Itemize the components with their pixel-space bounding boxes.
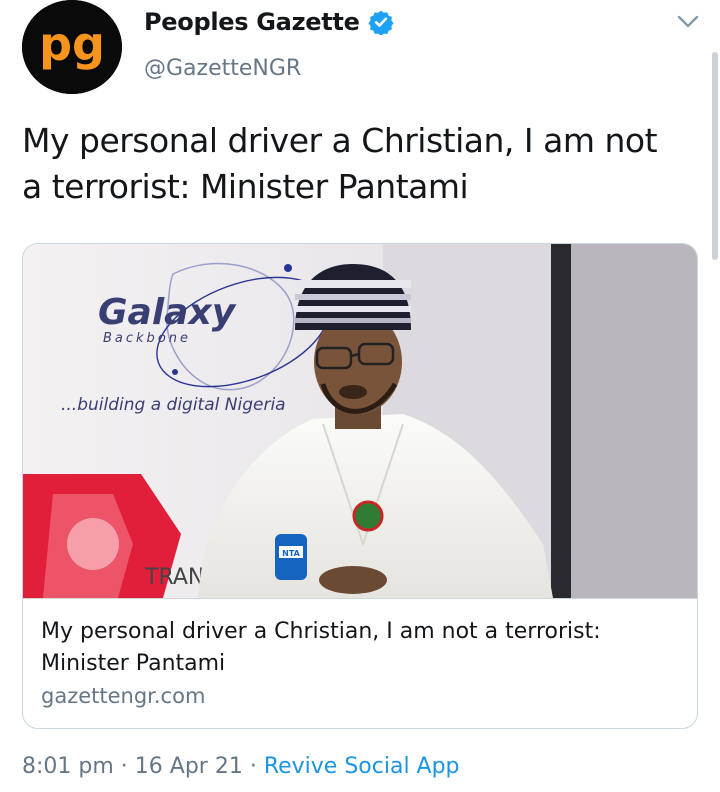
tweet-date[interactable]: 16 Apr 21 bbox=[135, 754, 243, 779]
banner-brand: Galaxy bbox=[98, 292, 237, 333]
banner-tagline: ...building a digital Nigeria bbox=[61, 395, 286, 415]
tweet-source-link[interactable]: Revive Social App bbox=[264, 754, 460, 779]
verified-badge-icon bbox=[367, 10, 394, 35]
chevron-down-icon[interactable] bbox=[676, 12, 700, 32]
link-card[interactable]: Galaxy Backbone ...building a digital Ni… bbox=[22, 243, 698, 729]
card-divider bbox=[23, 598, 697, 599]
card-title[interactable]: My personal driver a Christian, I am not… bbox=[41, 616, 681, 680]
meta-separator: · bbox=[242, 754, 264, 779]
scrollbar[interactable] bbox=[712, 52, 718, 260]
author-name-row[interactable]: Peoples Gazette bbox=[144, 8, 394, 36]
banner-sub: Backbone bbox=[103, 331, 191, 346]
card-photo: Galaxy Backbone ...building a digital Ni… bbox=[23, 244, 697, 598]
tweet-text: My personal driver a Christian, I am not… bbox=[22, 121, 658, 206]
card-image[interactable]: Galaxy Backbone ...building a digital Ni… bbox=[23, 244, 697, 598]
meta-separator: · bbox=[113, 754, 135, 779]
avatar-logo-text: pg bbox=[39, 17, 105, 71]
tweet-meta: 8:01 pm · 16 Apr 21 · Revive Social App bbox=[22, 754, 460, 779]
pg-logo-icon: pg bbox=[22, 0, 122, 94]
card-domain[interactable]: gazettengr.com bbox=[41, 684, 205, 708]
author-display-name[interactable]: Peoples Gazette bbox=[144, 8, 360, 36]
avatar[interactable]: pg bbox=[22, 0, 122, 94]
mic-label: NTA bbox=[282, 549, 301, 558]
tweet-time[interactable]: 8:01 pm bbox=[22, 754, 114, 779]
author-handle[interactable]: @GazetteNGR bbox=[144, 56, 301, 81]
